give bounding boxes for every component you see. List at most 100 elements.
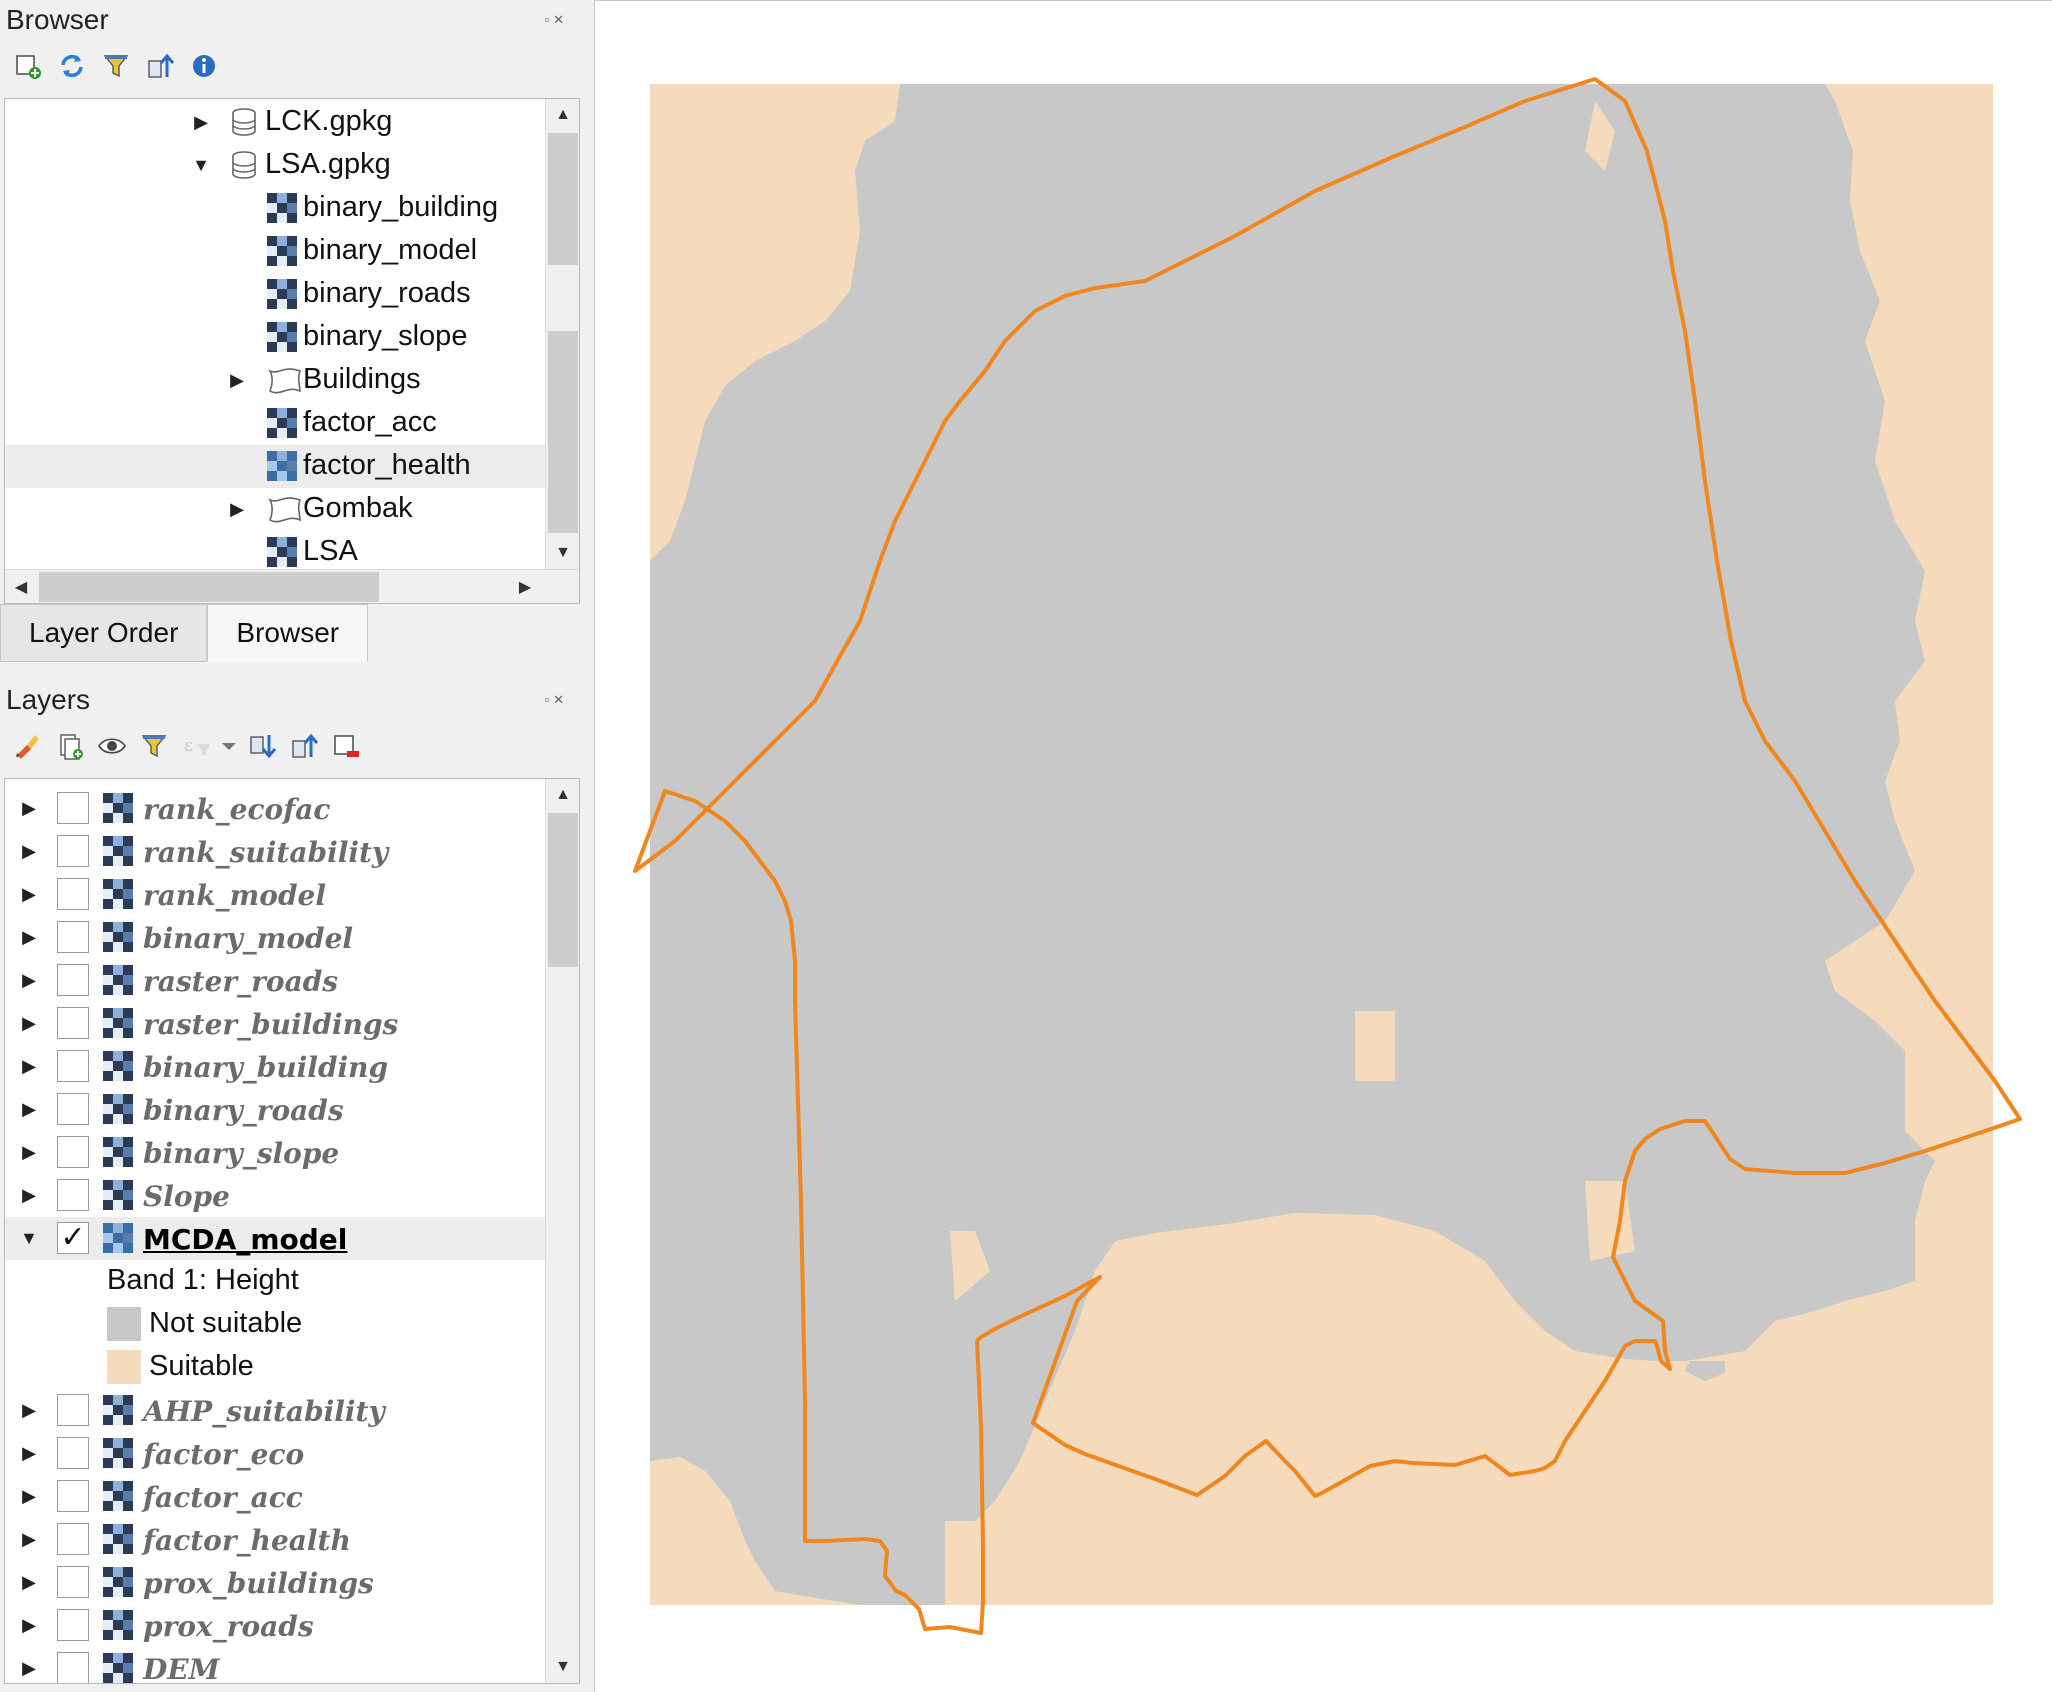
- scroll-down-arrow[interactable]: ▼: [546, 537, 579, 569]
- layer-visibility-checkbox[interactable]: ✓: [57, 1222, 89, 1254]
- layer-item[interactable]: ▼ ✓ MCDA_model: [5, 1217, 579, 1260]
- chevron-right-icon[interactable]: ▶: [227, 499, 247, 519]
- scroll-thumb[interactable]: [548, 133, 578, 265]
- manage-visibility-icon[interactable]: [94, 728, 130, 764]
- refresh-icon[interactable]: [54, 48, 90, 84]
- chevron-right-icon[interactable]: ▶: [19, 1099, 39, 1119]
- layer-visibility-checkbox[interactable]: [57, 1136, 89, 1168]
- layer-item[interactable]: ▶ raster_roads: [5, 959, 579, 1002]
- chevron-right-icon[interactable]: ▶: [191, 112, 211, 132]
- scroll-down-arrow[interactable]: ▼: [546, 1651, 579, 1683]
- collapse-all-layers-icon[interactable]: [286, 728, 322, 764]
- layer-item[interactable]: ▶ factor_eco: [5, 1432, 579, 1475]
- layer-visibility-checkbox[interactable]: [57, 1609, 89, 1641]
- layers-vertical-scrollbar[interactable]: ▲ ▼: [545, 779, 579, 1683]
- layer-item[interactable]: ▶ prox_roads: [5, 1604, 579, 1647]
- chevron-right-icon[interactable]: ▶: [19, 798, 39, 818]
- layer-visibility-checkbox[interactable]: [57, 964, 89, 996]
- browser-item[interactable]: binary_building: [5, 187, 579, 230]
- layer-item[interactable]: ▶ binary_roads: [5, 1088, 579, 1131]
- layer-item[interactable]: ▶ binary_building: [5, 1045, 579, 1088]
- layers-tree[interactable]: ▶ rank_ecofac ▶ rank_suitability ▶ rank_mo…: [4, 778, 580, 1684]
- layer-visibility-checkbox[interactable]: [57, 1093, 89, 1125]
- layer-visibility-checkbox[interactable]: [57, 1437, 89, 1469]
- chevron-right-icon[interactable]: ▶: [19, 1658, 39, 1678]
- collapse-all-icon[interactable]: [142, 48, 178, 84]
- layer-item[interactable]: ▶ prox_buildings: [5, 1561, 579, 1604]
- add-group-icon[interactable]: [52, 728, 88, 764]
- layer-visibility-checkbox[interactable]: [57, 878, 89, 910]
- layer-item[interactable]: ▶ binary_slope: [5, 1131, 579, 1174]
- chevron-right-icon[interactable]: ▶: [19, 1056, 39, 1076]
- chevron-right-icon[interactable]: ▶: [19, 970, 39, 990]
- layer-item[interactable]: ▶ factor_acc: [5, 1475, 579, 1518]
- layer-visibility-checkbox[interactable]: [57, 792, 89, 824]
- chevron-down-icon[interactable]: ▼: [19, 1228, 39, 1248]
- layer-visibility-checkbox[interactable]: [57, 1050, 89, 1082]
- layer-item[interactable]: ▶ raster_buildings: [5, 1002, 579, 1045]
- layer-visibility-checkbox[interactable]: [57, 1394, 89, 1426]
- chevron-right-icon[interactable]: ▶: [19, 1486, 39, 1506]
- chevron-down-icon[interactable]: ▼: [191, 155, 211, 175]
- layer-item[interactable]: ▶ binary_model: [5, 916, 579, 959]
- chevron-right-icon[interactable]: ▶: [19, 884, 39, 904]
- layer-visibility-checkbox[interactable]: [57, 1480, 89, 1512]
- browser-item[interactable]: ▶ Gombak: [5, 488, 579, 531]
- chevron-right-icon[interactable]: ▶: [19, 1572, 39, 1592]
- add-layer-icon[interactable]: [10, 48, 46, 84]
- style-manager-icon[interactable]: [10, 728, 46, 764]
- chevron-right-icon[interactable]: ▶: [19, 1400, 39, 1420]
- scroll-track-lower[interactable]: [548, 331, 578, 533]
- browser-item[interactable]: ▶ LCK.gpkg: [5, 101, 579, 144]
- chevron-right-icon[interactable]: ▶: [19, 1443, 39, 1463]
- info-icon[interactable]: [186, 48, 222, 84]
- browser-item[interactable]: binary_model: [5, 230, 579, 273]
- layer-visibility-checkbox[interactable]: [57, 1523, 89, 1555]
- browser-item[interactable]: ▶ Buildings: [5, 359, 579, 402]
- layer-item[interactable]: ▶ rank_ecofac: [5, 787, 579, 830]
- chevron-right-icon[interactable]: ▶: [19, 1185, 39, 1205]
- scroll-up-arrow[interactable]: ▲: [546, 779, 579, 811]
- browser-tree[interactable]: ▶ LCK.gpkg ▼ LSA.gpkg binary_building bin…: [4, 98, 580, 604]
- scroll-right-arrow[interactable]: ▶: [509, 570, 541, 603]
- filter-expression-icon[interactable]: ε: [178, 728, 214, 764]
- browser-item[interactable]: binary_roads: [5, 273, 579, 316]
- chevron-right-icon[interactable]: ▶: [19, 927, 39, 947]
- layer-visibility-checkbox[interactable]: [57, 835, 89, 867]
- expand-all-icon[interactable]: [244, 728, 280, 764]
- chevron-right-icon[interactable]: ▶: [19, 1615, 39, 1635]
- filter-legend-icon[interactable]: [136, 728, 172, 764]
- layer-item[interactable]: ▶ rank_model: [5, 873, 579, 916]
- layer-item[interactable]: ▶ factor_health: [5, 1518, 579, 1561]
- layer-item[interactable]: ▶ DEM: [5, 1647, 579, 1683]
- browser-item[interactable]: factor_health: [5, 445, 579, 488]
- chevron-right-icon[interactable]: ▶: [19, 1529, 39, 1549]
- layer-visibility-checkbox[interactable]: [57, 1179, 89, 1211]
- tab-browser[interactable]: Browser: [207, 604, 369, 662]
- layer-item[interactable]: ▶ AHP_suitability: [5, 1389, 579, 1432]
- layer-visibility-checkbox[interactable]: [57, 921, 89, 953]
- browser-item[interactable]: ▼ LSA.gpkg: [5, 144, 579, 187]
- layer-visibility-checkbox[interactable]: [57, 1566, 89, 1598]
- chevron-right-icon[interactable]: ▶: [19, 1013, 39, 1033]
- tab-layer-order[interactable]: Layer Order: [0, 604, 208, 662]
- scroll-left-arrow[interactable]: ◀: [5, 570, 37, 603]
- map-canvas[interactable]: [594, 0, 2052, 1692]
- browser-item[interactable]: LSA: [5, 531, 579, 574]
- layer-item[interactable]: ▶ rank_suitability: [5, 830, 579, 873]
- layer-item[interactable]: ▶ Slope: [5, 1174, 579, 1217]
- chevron-right-icon[interactable]: ▶: [19, 1142, 39, 1162]
- browser-item[interactable]: binary_slope: [5, 316, 579, 359]
- browser-item[interactable]: factor_acc: [5, 402, 579, 445]
- layers-panel-controls[interactable]: ▫✕: [544, 692, 568, 708]
- map-svg[interactable]: [595, 1, 2052, 1692]
- browser-horizontal-scrollbar[interactable]: ◀ ▶: [5, 569, 579, 603]
- chevron-right-icon[interactable]: ▶: [19, 841, 39, 861]
- scroll-thumb-horizontal[interactable]: [39, 572, 379, 602]
- layer-visibility-checkbox[interactable]: [57, 1007, 89, 1039]
- chevron-down-icon[interactable]: [220, 728, 238, 764]
- filter-icon[interactable]: [98, 48, 134, 84]
- scroll-thumb[interactable]: [548, 813, 578, 967]
- browser-vertical-scrollbar[interactable]: ▲ ▼: [545, 99, 579, 569]
- layer-visibility-checkbox[interactable]: [57, 1652, 89, 1683]
